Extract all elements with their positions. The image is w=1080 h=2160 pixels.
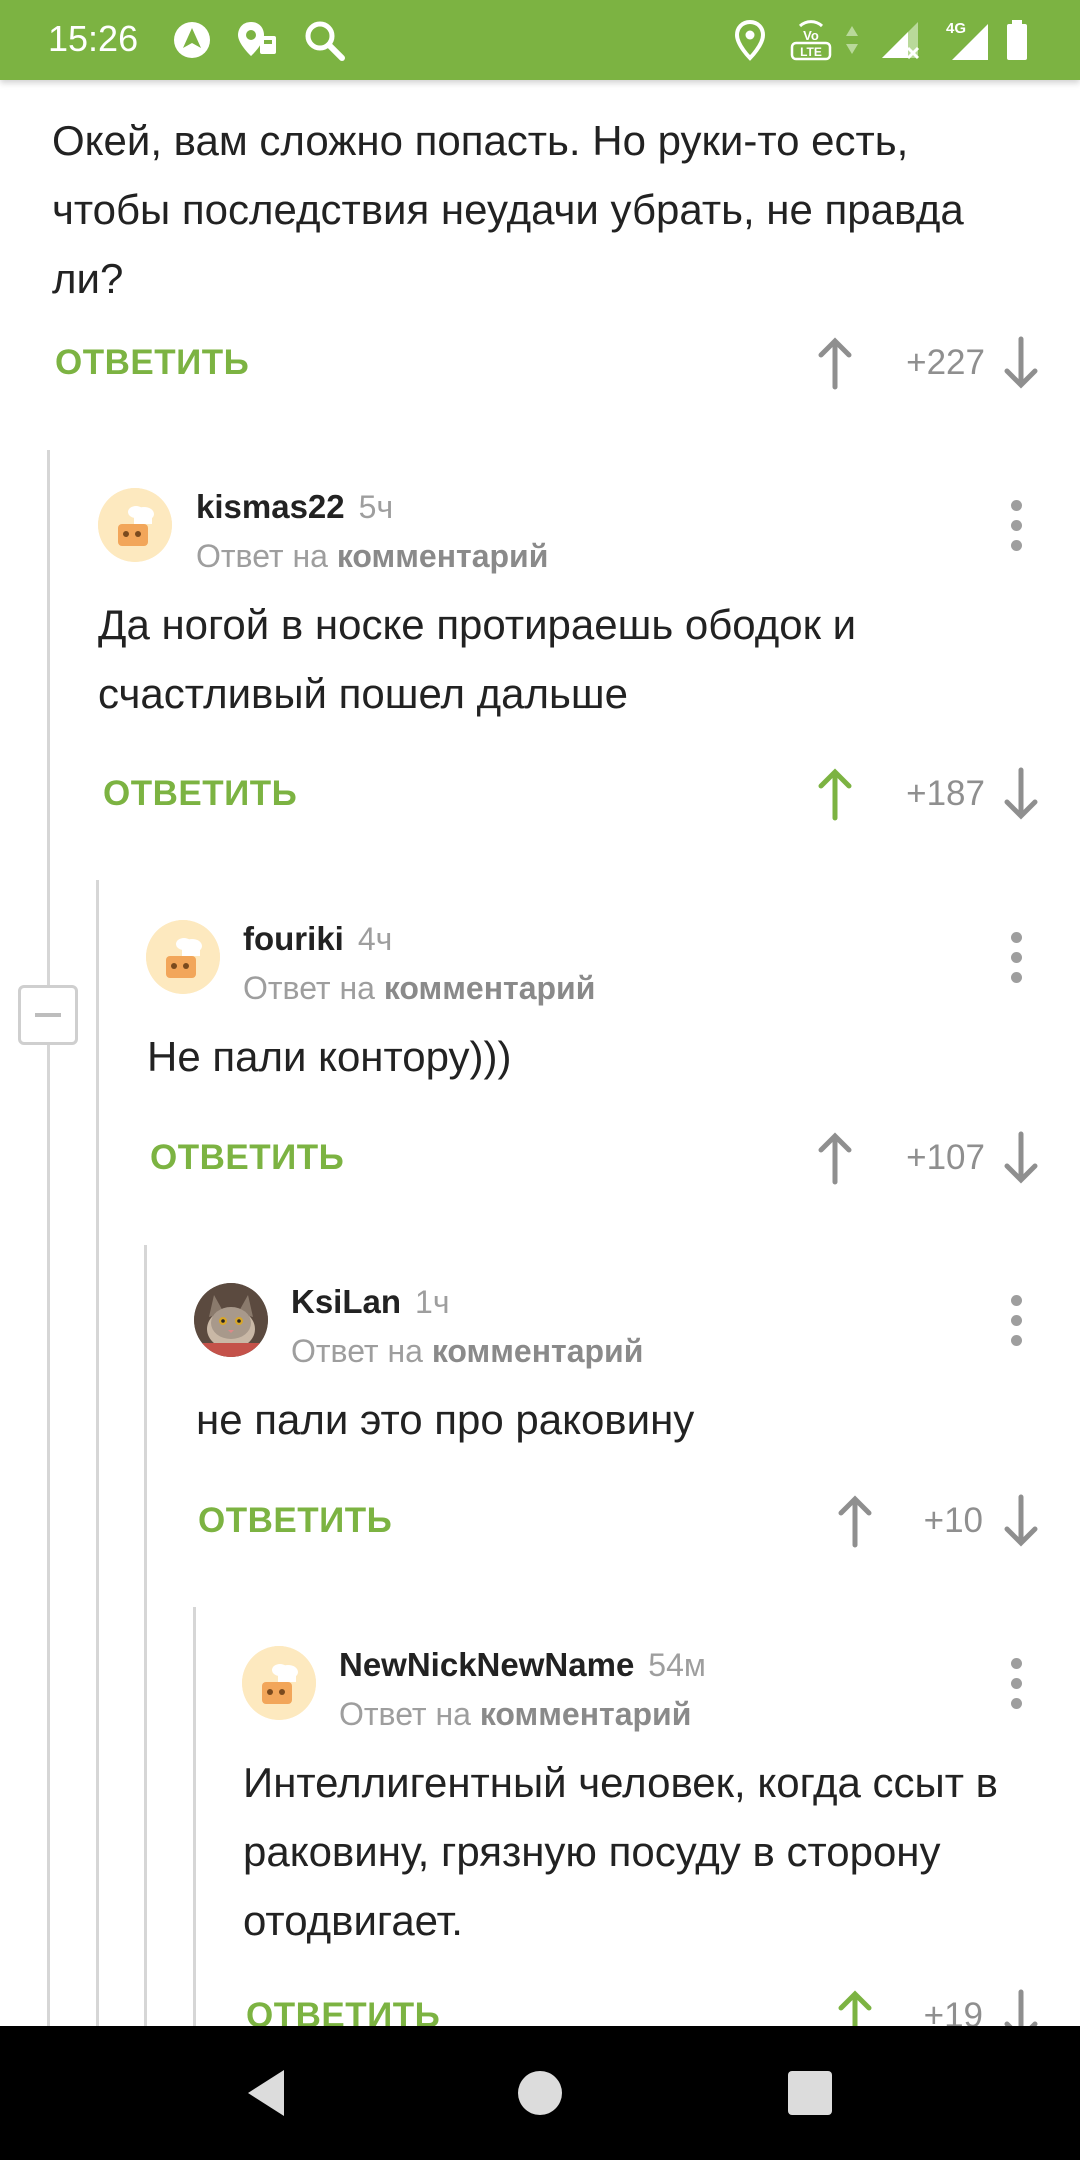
status-time: 15:26 [48, 18, 139, 59]
avatar[interactable] [242, 1646, 316, 1720]
author-name[interactable]: kismas22 [196, 488, 345, 525]
reply-button[interactable]: ОТВЕТИТЬ [103, 774, 297, 814]
system-navigation-bar [0, 2026, 1080, 2160]
comment-text: не пали это про раковину [196, 1396, 695, 1443]
reply-target-link[interactable]: комментарий [384, 970, 596, 1006]
comment-text: Окей, вам сложно попасть. Но руки-то ест… [52, 117, 964, 302]
downvote-arrow-icon[interactable] [997, 1493, 1045, 1549]
more-options-icon[interactable] [1001, 1656, 1031, 1712]
author-name[interactable]: NewNickNewName [339, 1646, 634, 1683]
reply-prefix: Ответ на [196, 538, 328, 574]
more-options-icon[interactable] [1001, 498, 1031, 554]
upvote-arrow-icon[interactable] [811, 766, 859, 822]
maps-icon [234, 18, 278, 62]
upvote-arrow-icon[interactable] [831, 1988, 879, 2026]
reply-to-line: Ответ на комментарий [243, 970, 595, 1007]
comment-score: +107 [906, 1138, 985, 1177]
location-icon [728, 18, 772, 62]
recents-icon[interactable] [773, 2056, 847, 2130]
reply-button[interactable]: ОТВЕТИТЬ [55, 343, 249, 383]
comment-age: 54м [648, 1647, 706, 1683]
comment-author[interactable]: kismas22 5ч [196, 488, 393, 526]
comment-actions: ОТВЕТИТЬ +187 [103, 766, 1040, 826]
more-options-icon[interactable] [1001, 930, 1031, 986]
comment-age: 1ч [415, 1284, 450, 1320]
comment-actions: ОТВЕТИТЬ +227 [55, 335, 1040, 395]
comment-score: +10 [923, 1501, 983, 1540]
comment-score: +227 [906, 343, 985, 382]
reply-button[interactable]: ОТВЕТИТЬ [150, 1138, 344, 1178]
comment-actions: ОТВЕТИТЬ +10 [198, 1493, 1040, 1553]
thread-line-level-3 [144, 1245, 147, 2026]
downvote-arrow-icon[interactable] [997, 766, 1045, 822]
battery-icon [1004, 18, 1030, 62]
upvote-arrow-icon[interactable] [811, 1130, 859, 1186]
reply-prefix: Ответ на [243, 970, 375, 1006]
reply-prefix: Ответ на [339, 1696, 471, 1732]
svg-text:LTE: LTE [800, 45, 822, 59]
reply-target-link[interactable]: комментарий [480, 1696, 692, 1732]
navigation-app-icon [170, 18, 214, 62]
collapse-thread-button[interactable] [18, 985, 78, 1045]
volte-icon: Vo LTE [786, 18, 836, 62]
avatar[interactable] [146, 920, 220, 994]
reply-button[interactable]: ОТВЕТИТЬ [198, 1501, 392, 1541]
comment-actions: ОТВЕТИТЬ +19 [246, 1988, 1040, 2026]
comments-thread[interactable]: Окей, вам сложно попасть. Но руки-то ест… [0, 80, 1080, 2026]
avatar[interactable] [98, 488, 172, 562]
comment-text: Интеллигентный человек, когда ссыт в рак… [243, 1759, 998, 1944]
reply-target-link[interactable]: комментарий [337, 538, 549, 574]
comment-score: +187 [906, 774, 985, 813]
comment-author[interactable]: KsiLan 1ч [291, 1283, 450, 1321]
comment-score: +19 [923, 1996, 983, 2026]
comment-actions: ОТВЕТИТЬ +107 [150, 1130, 1040, 1190]
search-icon [302, 18, 346, 62]
reply-to-line: Ответ на комментарий [196, 538, 548, 575]
more-options-icon[interactable] [1001, 1293, 1031, 1349]
status-bar: 15:26 Vo LTE 4G [0, 0, 1080, 80]
downvote-arrow-icon[interactable] [997, 1988, 1045, 2026]
cat-photo-avatar[interactable] [194, 1283, 268, 1357]
reply-to-line: Ответ на комментарий [339, 1696, 691, 1733]
data-arrows-icon [842, 18, 862, 62]
reply-target-link[interactable]: комментарий [432, 1333, 644, 1369]
comment-author[interactable]: NewNickNewName 54м [339, 1646, 706, 1684]
thread-line-level-4 [193, 1607, 196, 2026]
back-icon[interactable] [232, 2056, 306, 2130]
app-root: 15:26 Vo LTE 4G Окей, вам сложно попасть… [0, 0, 1080, 2160]
downvote-arrow-icon[interactable] [997, 1130, 1045, 1186]
signal-icon [878, 18, 922, 62]
signal-4g-icon: 4G [944, 18, 996, 62]
comment-author[interactable]: fouriki 4ч [243, 920, 392, 958]
comment-text: Не пали контору))) [147, 1033, 512, 1080]
author-name[interactable]: KsiLan [291, 1283, 401, 1320]
reply-to-line: Ответ на комментарий [291, 1333, 643, 1370]
svg-text:4G: 4G [946, 20, 966, 37]
comment-age: 4ч [357, 921, 393, 957]
reply-button[interactable]: ОТВЕТИТЬ [246, 1996, 440, 2026]
thread-line-level-2 [96, 880, 99, 2026]
upvote-arrow-icon[interactable] [831, 1493, 879, 1549]
comment-age: 5ч [358, 489, 394, 525]
downvote-arrow-icon[interactable] [997, 335, 1045, 391]
reply-prefix: Ответ на [291, 1333, 423, 1369]
svg-text:Vo: Vo [803, 28, 819, 43]
thread-line-level-1 [47, 450, 50, 2026]
comment-text: Да ногой в носке протираешь ободок и сча… [98, 601, 857, 717]
home-icon[interactable] [503, 2056, 577, 2130]
author-name[interactable]: fouriki [243, 920, 344, 957]
upvote-arrow-icon[interactable] [811, 335, 859, 391]
